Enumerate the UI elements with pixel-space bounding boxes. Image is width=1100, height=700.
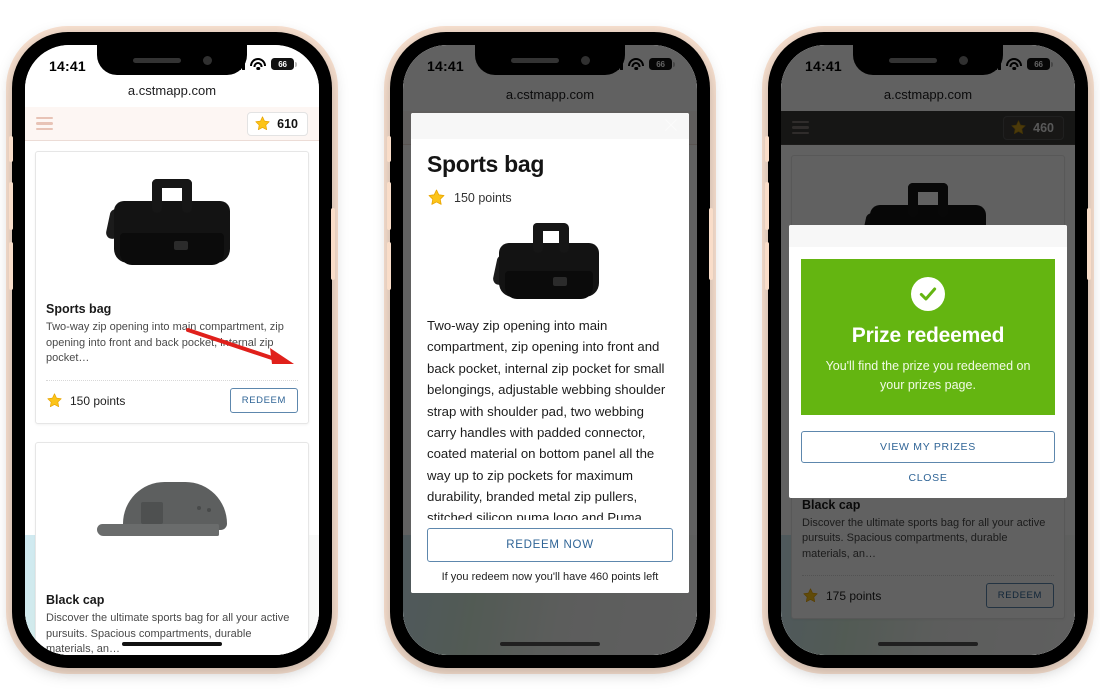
prize-detail-sheet: Sports bag 150 points Two-way zip openin… [411, 113, 689, 593]
modal-success-banner: Prize redeemed You'll find the prize you… [801, 259, 1055, 415]
web-app-3: 14:41 66 a.cstmapp.com [781, 45, 1075, 655]
hamburger-menu-icon-1[interactable] [36, 117, 53, 131]
notch-3 [853, 45, 1003, 75]
phone-screen-3: 14:41 66 a.cstmapp.com [781, 45, 1075, 655]
modal-heading: Prize redeemed [851, 324, 1005, 347]
front-camera-icon [958, 55, 968, 65]
black-cap-illustration [97, 476, 247, 552]
volume-up-button-1[interactable] [9, 182, 13, 230]
volume-down-button-3[interactable] [765, 242, 769, 290]
volume-up-button-3[interactable] [765, 182, 769, 230]
prize-image-sports-bag [36, 152, 308, 294]
volume-down-button-2[interactable] [387, 242, 391, 290]
close-icon[interactable] [662, 116, 680, 134]
prize-title: Black cap [46, 593, 105, 608]
modal-body-text: You'll find the prize you redeemed on yo… [825, 359, 1031, 392]
mute-switch-2[interactable] [387, 136, 391, 162]
prize-description: Two-way zip opening into main compartmen… [46, 321, 284, 365]
phone-list: 14:41 66 a.cstmapp.com 610 Sports bag Tw… [6, 26, 338, 674]
phone-screen-2: 14:41 66 a.cstmapp.com [403, 45, 697, 655]
prize-title: Sports bag [46, 302, 112, 317]
wifi-icon [250, 58, 266, 70]
phone-success: 14:41 66 a.cstmapp.com [762, 26, 1094, 674]
points-badge-1[interactable]: 610 [247, 111, 308, 136]
phone-detail: 14:41 66 a.cstmapp.com [384, 26, 716, 674]
view-my-prizes-button[interactable]: VIEW MY PRIZES [801, 430, 1055, 463]
prize-points-row: 150 points [46, 392, 125, 409]
prize-points-value: 150 points [70, 393, 126, 408]
redeem-button[interactable]: REDEEM [229, 388, 298, 414]
check-circle-icon [911, 277, 945, 311]
power-button-2[interactable] [709, 208, 713, 280]
sheet-footer: REDEEM NOW If you redeem now you'll have… [411, 520, 689, 593]
prize-redeemed-modal: Prize redeemed You'll find the prize you… [789, 225, 1067, 498]
sports-bag-illustration [492, 221, 605, 305]
power-button-1[interactable] [331, 208, 335, 280]
sheet-body[interactable]: Sports bag 150 points Two-way zip openin… [411, 139, 689, 520]
star-icon [47, 393, 62, 408]
prize-list-1[interactable]: Sports bag Two-way zip opening into main… [25, 141, 319, 655]
earpiece-speaker-icon [510, 57, 559, 63]
front-camera-icon [202, 55, 212, 65]
detail-points-row: 150 points [427, 188, 673, 207]
close-modal-button[interactable]: CLOSE [801, 463, 1055, 486]
battery-icon: 66 [271, 58, 297, 70]
earpiece-speaker-icon [888, 57, 937, 63]
modal-actions: VIEW MY PRIZES CLOSE [789, 415, 1067, 498]
mute-switch-3[interactable] [765, 136, 769, 162]
earpiece-speaker-icon [132, 57, 181, 63]
detail-image [427, 207, 673, 315]
mute-switch-1[interactable] [9, 136, 13, 162]
web-app-2: 14:41 66 a.cstmapp.com [403, 45, 697, 655]
safari-url-bar-1[interactable]: a.cstmapp.com [25, 83, 319, 108]
volume-down-button-1[interactable] [9, 242, 13, 290]
points-value-1: 610 [277, 116, 298, 131]
battery-percent-1: 66 [278, 59, 287, 69]
detail-points-value: 150 points [454, 190, 512, 205]
home-indicator-1 [122, 642, 222, 646]
prize-card-black-cap[interactable]: Black cap Discover the ultimate sports b… [35, 442, 309, 655]
prize-card-sports-bag[interactable]: Sports bag Two-way zip opening into main… [35, 151, 309, 425]
sheet-header [411, 113, 689, 139]
web-app-1: 14:41 66 a.cstmapp.com 610 Sports bag Tw… [25, 45, 319, 655]
prize-image-black-cap [36, 443, 308, 585]
modal-header [789, 225, 1067, 247]
sports-bag-illustration [105, 175, 236, 271]
status-time-1: 14:41 [49, 58, 86, 74]
prize-description: Discover the ultimate sports bag for all… [46, 612, 290, 655]
notch-1 [97, 45, 247, 75]
star-icon [255, 116, 270, 131]
detail-description: Two-way zip opening into main compartmen… [427, 318, 666, 520]
redeem-hint: If you redeem now you'll have 460 points… [441, 571, 659, 583]
app-header-1: 610 [25, 107, 319, 142]
power-button-3[interactable] [1087, 208, 1091, 280]
star-icon [428, 189, 445, 205]
screenshot-stage: 14:41 66 a.cstmapp.com 610 Sports bag Tw… [0, 0, 1100, 700]
volume-up-button-2[interactable] [387, 182, 391, 230]
notch-2 [475, 45, 625, 75]
url-text-1: a.cstmapp.com [127, 83, 217, 99]
phone-screen-1: 14:41 66 a.cstmapp.com 610 Sports bag Tw… [25, 45, 319, 655]
front-camera-icon [580, 55, 590, 65]
redeem-now-button[interactable]: REDEEM NOW [427, 528, 673, 562]
detail-title: Sports bag [427, 151, 545, 177]
